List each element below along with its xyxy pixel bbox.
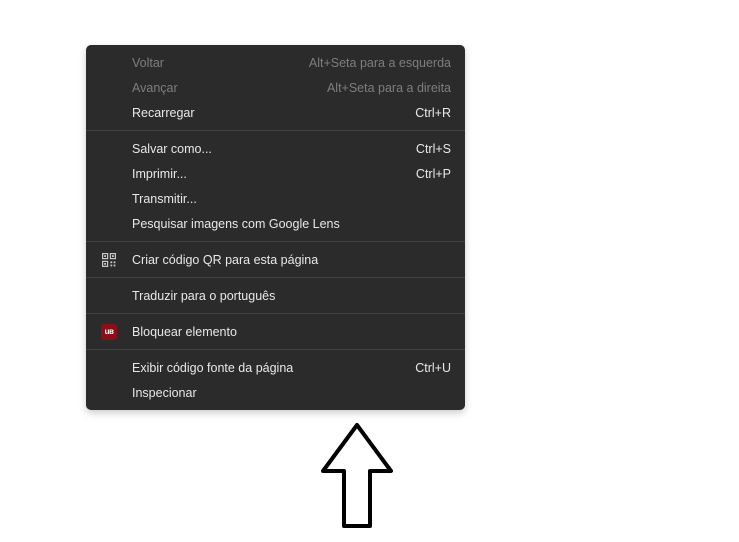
menu-separator [86,130,465,131]
menu-item-label: Exibir código fonte da página [132,361,415,375]
menu-item-label: Avançar [132,81,327,95]
menu-item-shortcut: Ctrl+S [416,142,451,156]
menu-item-label: Criar código QR para esta página [132,253,451,267]
qr-code-icon [102,253,116,267]
menu-separator [86,313,465,314]
menu-item-label: Bloquear elemento [132,325,451,339]
menu-item-label: Inspecionar [132,386,451,400]
ublock-icon: uʙ [101,324,117,340]
menu-item-translate[interactable]: Traduzir para o português [86,283,465,308]
menu-item-inspect[interactable]: Inspecionar [86,380,465,405]
icon-slot: uʙ [86,324,132,340]
menu-separator [86,241,465,242]
menu-item-label: Recarregar [132,106,415,120]
context-menu: Voltar Alt+Seta para a esquerda Avançar … [86,45,465,410]
menu-item-back[interactable]: Voltar Alt+Seta para a esquerda [86,50,465,75]
menu-item-cast[interactable]: Transmitir... [86,186,465,211]
menu-item-reload[interactable]: Recarregar Ctrl+R [86,100,465,125]
menu-item-shortcut: Ctrl+U [415,361,451,375]
menu-item-shortcut: Ctrl+P [416,167,451,181]
menu-item-lens-search[interactable]: Pesquisar imagens com Google Lens [86,211,465,236]
arrow-annotation-icon [318,423,396,531]
icon-slot [86,253,132,267]
menu-item-label: Voltar [132,56,309,70]
menu-item-qr-code[interactable]: Criar código QR para esta página [86,247,465,272]
menu-item-save-as[interactable]: Salvar como... Ctrl+S [86,136,465,161]
menu-item-view-source[interactable]: Exibir código fonte da página Ctrl+U [86,355,465,380]
menu-item-label: Imprimir... [132,167,416,181]
menu-item-label: Pesquisar imagens com Google Lens [132,217,451,231]
menu-item-label: Transmitir... [132,192,451,206]
menu-item-shortcut: Alt+Seta para a direita [327,81,451,95]
menu-item-label: Salvar como... [132,142,416,156]
menu-separator [86,277,465,278]
menu-item-label: Traduzir para o português [132,289,451,303]
menu-item-shortcut: Ctrl+R [415,106,451,120]
menu-item-print[interactable]: Imprimir... Ctrl+P [86,161,465,186]
menu-item-ublock[interactable]: uʙ Bloquear elemento [86,319,465,344]
menu-item-shortcut: Alt+Seta para a esquerda [309,56,451,70]
menu-item-forward[interactable]: Avançar Alt+Seta para a direita [86,75,465,100]
menu-separator [86,349,465,350]
